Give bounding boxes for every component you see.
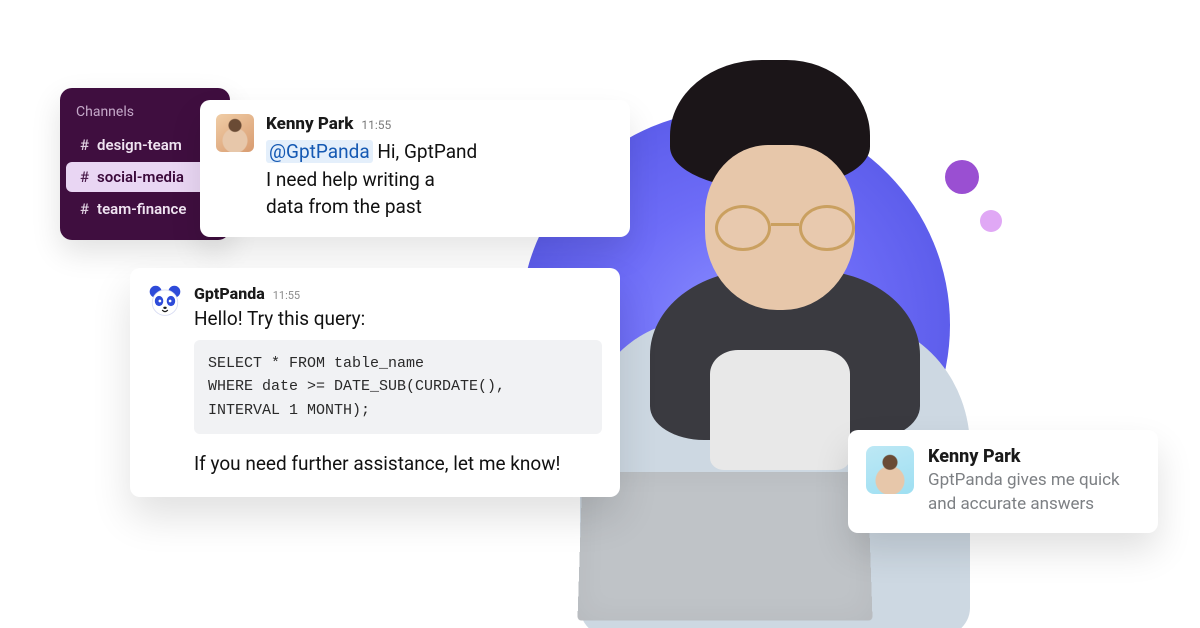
message-time: 11:55 [361,118,391,132]
message-text: Hi, GptPand [373,140,478,163]
message-time: 11:55 [273,289,300,302]
message-author: Kenny Park [266,114,353,134]
code-block[interactable]: SELECT * FROM table_name WHERE date >= D… [194,340,602,434]
message-body: @GptPanda Hi, GptPand I need help writin… [266,138,614,221]
avatar-kenny-small [866,446,914,494]
message-text: I need help writing a [266,168,435,191]
hash-icon: # [80,200,89,218]
decorative-dot [980,210,1002,232]
sidebar-item-label: social-media [97,168,184,186]
testimonial-author: Kenny Park [928,446,1140,467]
hash-icon: # [80,136,89,154]
message-text: data from the past [266,195,422,218]
mention[interactable]: @GptPanda [266,140,373,163]
avatar-kenny [216,114,254,152]
message-tail: If you need further assistance, let me k… [194,452,602,475]
message-author: GptPanda [194,284,265,303]
message-kenny: Kenny Park 11:55 @GptPanda Hi, GptPand I… [200,100,630,237]
decorative-dot [945,160,979,194]
sidebar-item-label: team-finance [97,200,186,218]
message-gptpanda: GptPanda 11:55 Hello! Try this query: SE… [130,268,620,497]
message-lead: Hello! Try this query: [194,307,602,330]
hash-icon: # [80,168,89,186]
panda-icon [148,284,182,318]
avatar-gptpanda [148,284,182,318]
testimonial-quote: GptPanda gives me quick and accurate ans… [928,469,1140,517]
sidebar-item-label: design-team [97,136,182,154]
testimonial-card: Kenny Park GptPanda gives me quick and a… [848,430,1158,533]
promo-stage: Channels # design-team # social-media # … [0,0,1200,628]
